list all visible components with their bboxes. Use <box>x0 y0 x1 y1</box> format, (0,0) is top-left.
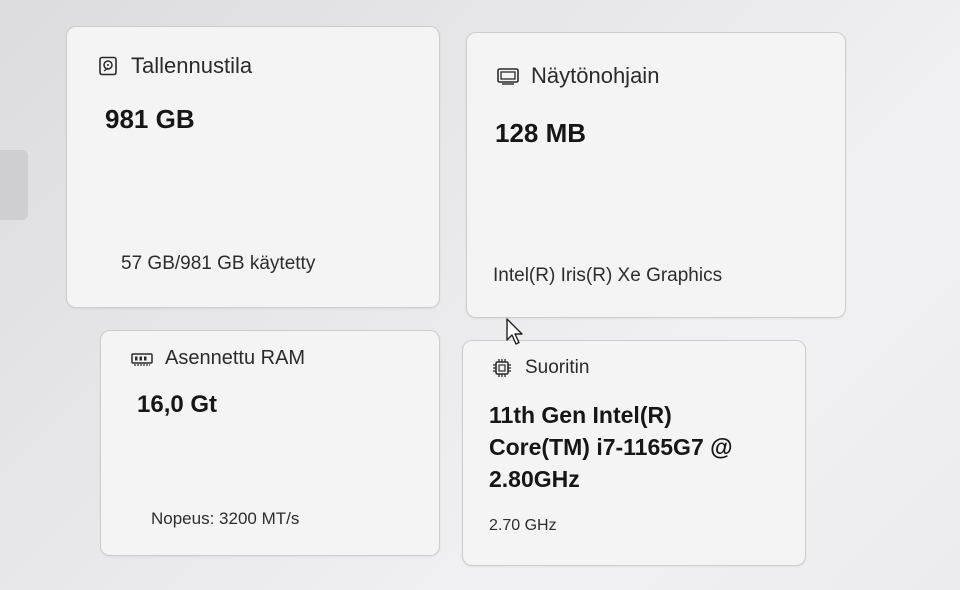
mouse-cursor-icon <box>506 318 523 345</box>
cpu-card-header: Suoritin <box>491 357 589 379</box>
drive-icon <box>97 56 119 76</box>
cpu-model-line-1: 11th Gen Intel(R) <box>489 402 672 428</box>
storage-card[interactable]: Tallennustila 981 GB 57 GB/981 GB käytet… <box>66 26 440 308</box>
ram-value: 16,0 Gt <box>137 391 218 418</box>
cpu-speed: 2.70 GHz <box>489 517 557 534</box>
storage-value: 981 GB <box>105 104 195 134</box>
gpu-card[interactable]: Näytönohjain 128 MB Intel(R) Iris(R) Xe … <box>466 32 846 318</box>
ram-speed: Nopeus: 3200 MT/s <box>151 509 300 528</box>
gpu-card-header: Näytönohjain <box>497 63 659 89</box>
ram-icon <box>131 350 153 368</box>
storage-title: Tallennustila <box>131 53 253 78</box>
cpu-model-line-2: Core(TM) i7-1165G7 @ <box>489 434 733 460</box>
cpu-model-line-3: 2.80GHz <box>489 466 580 492</box>
gpu-title: Näytönohjain <box>531 63 660 88</box>
left-edge-tab <box>0 150 28 220</box>
cpu-card[interactable]: Suoritin 11th Gen Intel(R) Core(TM) i7-1… <box>462 340 806 566</box>
ram-card[interactable]: Asennettu RAM 16,0 Gt Nopeus: 3200 MT/s <box>100 330 440 556</box>
ram-card-header: Asennettu RAM <box>131 347 305 370</box>
cpu-model: 11th Gen Intel(R) Core(TM) i7-1165G7 @ 2… <box>489 399 789 495</box>
storage-card-header: Tallennustila <box>97 53 252 79</box>
cpu-title: Suoritin <box>525 357 590 378</box>
processor-icon <box>491 359 513 377</box>
gpu-memory-value: 128 MB <box>495 118 587 148</box>
storage-usage: 57 GB/981 GB käytetty <box>121 253 316 274</box>
gpu-model: Intel(R) Iris(R) Xe Graphics <box>493 265 723 286</box>
ram-title: Asennettu RAM <box>165 347 306 369</box>
display-adapter-icon <box>497 67 519 85</box>
